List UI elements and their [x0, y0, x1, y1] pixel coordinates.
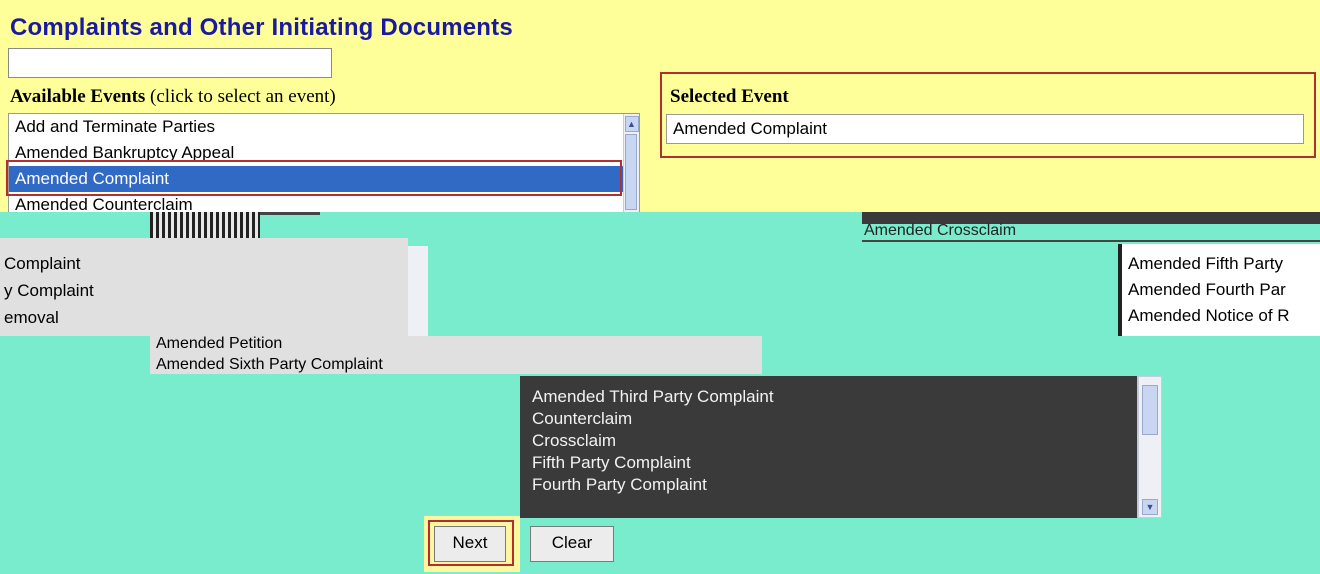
overlay-artifact-line [862, 240, 1320, 242]
overlay-dark-list: Amended Third Party Complaint Countercla… [520, 376, 1137, 518]
available-events-title: Available Events [10, 86, 146, 107]
overlay-item-crossclaim: Amended Crossclaim [864, 222, 1017, 239]
list-item[interactable]: Amended Third Party Complaint [520, 386, 1137, 408]
overlay-right-item: Amended Fifth Party [1128, 254, 1283, 273]
scroll-up-icon[interactable]: ▲ [624, 116, 639, 132]
overlay-middle-item: Amended Petition [156, 335, 283, 352]
scroll-thumb[interactable] [625, 134, 637, 210]
overlay-middle-item: Amended Sixth Party Complaint [156, 356, 383, 373]
overlay-left-item: y Complaint [4, 281, 94, 300]
overlay-right-item: Amended Fourth Par [1128, 280, 1286, 299]
selected-event-label: Selected Event [670, 86, 789, 107]
page-title: Complaints and Other Initiating Document… [10, 14, 513, 41]
overlay-left-item: emoval [4, 308, 59, 327]
available-events-hint: (click to select an event) [150, 86, 336, 107]
scroll-thumb[interactable] [1142, 385, 1158, 435]
overlay-left-item: Complaint [4, 254, 81, 273]
overlay-artifact-stripes [150, 212, 260, 238]
dark-list-scrollbar[interactable]: ▼ [1138, 376, 1162, 518]
list-item[interactable]: Counterclaim [520, 408, 1137, 430]
list-item[interactable]: Fourth Party Complaint [520, 474, 1137, 496]
next-button-highlight [428, 520, 514, 566]
selected-item-highlight [6, 160, 622, 196]
selected-event-field[interactable]: Amended Complaint [666, 114, 1304, 144]
list-item[interactable]: Add and Terminate Parties [9, 114, 639, 140]
list-item[interactable]: Crossclaim [520, 430, 1137, 452]
overlay-left-scrollbar [408, 246, 428, 336]
scroll-down-icon[interactable]: ▼ [1142, 499, 1158, 515]
overlay-right-item: Amended Notice of R [1128, 306, 1290, 325]
available-events-label: Available Events (click to select an eve… [10, 86, 336, 108]
clear-button[interactable]: Clear [530, 526, 614, 562]
overlay-artifact-line [260, 212, 320, 215]
event-search-input[interactable] [8, 48, 332, 78]
list-scrollbar[interactable]: ▲ [623, 114, 639, 213]
list-item[interactable]: Fifth Party Complaint [520, 452, 1137, 474]
